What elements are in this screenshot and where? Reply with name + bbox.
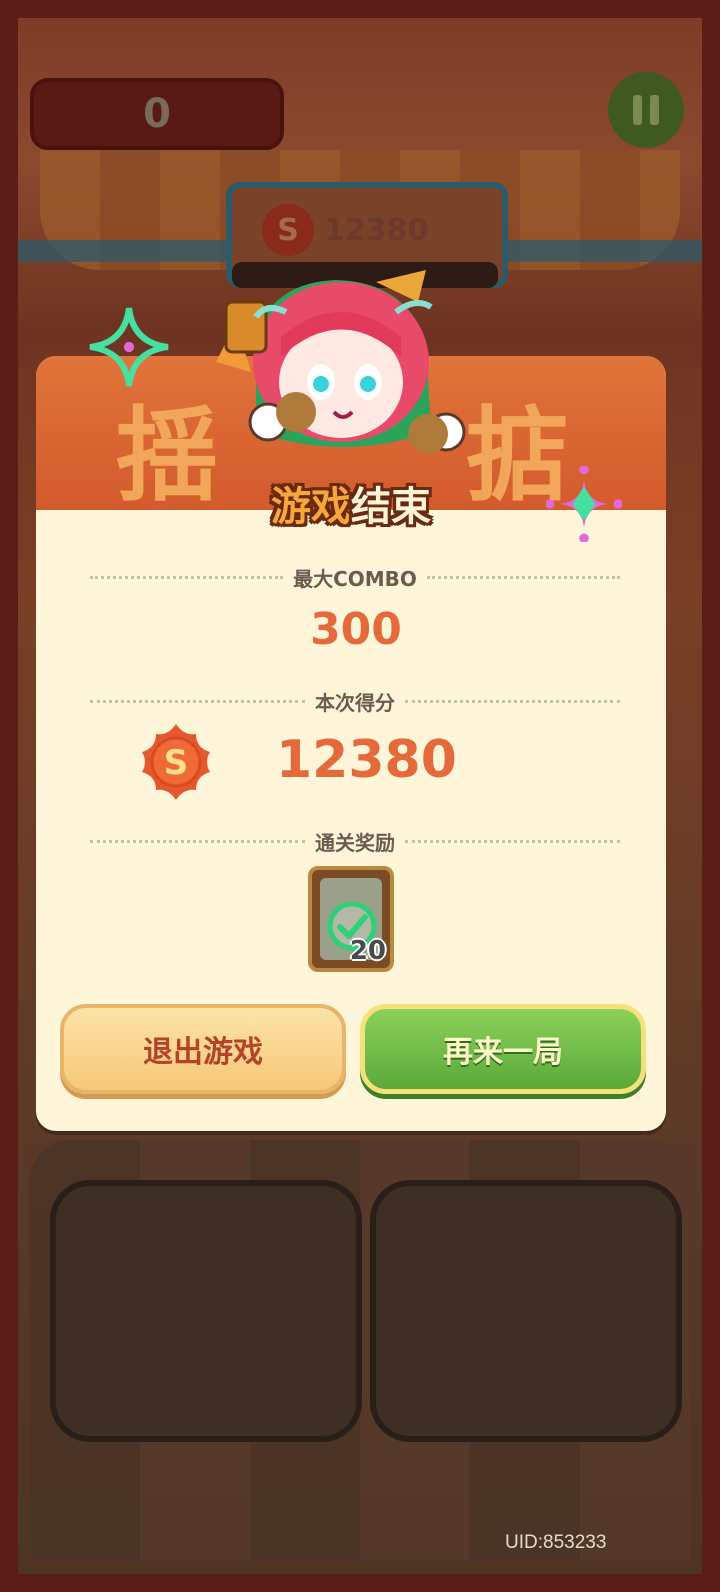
exit-game-button[interactable]: 退出游戏 — [60, 1004, 346, 1094]
score-section-label: 本次得分 — [80, 686, 630, 716]
coin-icon: S — [142, 724, 210, 800]
mascot-character — [216, 270, 466, 454]
hud-score-value: 0 — [143, 91, 171, 137]
reward-item[interactable]: 20 — [308, 866, 394, 972]
game-over-title: 游戏结束 — [271, 484, 431, 530]
reward-section-label: 通关奖励 — [80, 826, 630, 856]
pause-icon — [633, 95, 642, 125]
reward-count: 20 — [349, 936, 386, 966]
score-row: S 12380 — [136, 718, 576, 802]
pause-button[interactable] — [608, 72, 684, 148]
score-value: 12380 — [276, 730, 457, 790]
sparkle-icon — [89, 307, 169, 387]
svg-text:S: S — [164, 743, 189, 783]
combo-section-label: 最大COMBO — [80, 562, 630, 592]
sign-score-value: 12380 — [324, 212, 429, 248]
hud-score: 0 — [30, 78, 284, 150]
combo-value: 300 — [310, 604, 402, 655]
user-id: UID:853233 — [505, 1532, 607, 1553]
play-again-button[interactable]: 再来一局 — [360, 1004, 646, 1094]
coin-icon: S — [262, 204, 314, 256]
